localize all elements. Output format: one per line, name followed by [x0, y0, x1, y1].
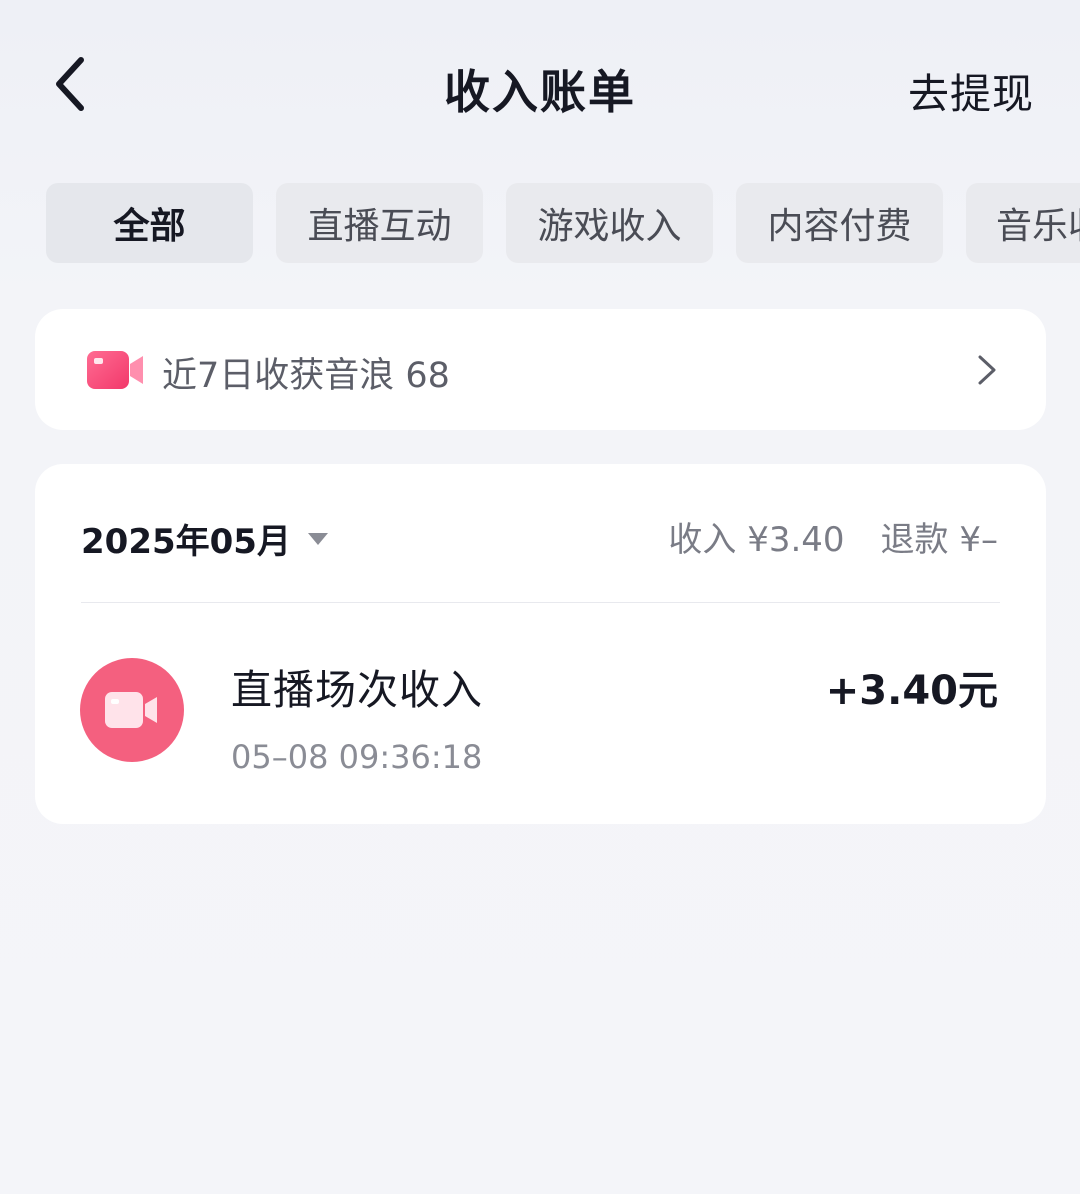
- month-selector[interactable]: 2025年05月: [81, 514, 329, 563]
- tab-label: 全部: [113, 206, 186, 247]
- bill-record[interactable]: 直播场次收入 05–08 09:36:18 +3.40元: [35, 624, 1046, 804]
- tab-label: 音乐收: [996, 206, 1080, 247]
- category-tabs: 全部 直播互动 游戏收入 内容付费 音乐收: [46, 183, 1080, 263]
- top-nav-bar: 收入账单 去提现: [0, 0, 1080, 170]
- chevron-right-icon: [978, 355, 996, 385]
- tab-content-payment[interactable]: 内容付费: [736, 183, 943, 263]
- tab-label: 直播互动: [307, 206, 452, 247]
- record-amount: +3.40元: [825, 668, 998, 714]
- tab-live-interaction[interactable]: 直播互动: [276, 183, 483, 263]
- weekly-summary-card[interactable]: 近7日收获音浪 68: [35, 309, 1046, 430]
- record-avatar: [80, 658, 184, 762]
- tab-label: 游戏收入: [537, 206, 682, 247]
- video-camera-icon: [87, 351, 143, 389]
- monthly-bill-card: 2025年05月 收入 ¥3.40 退款 ¥– 直播场次收入 05–08 09:…: [35, 464, 1046, 824]
- tab-game-income[interactable]: 游戏收入: [506, 183, 713, 263]
- tab-label: 内容付费: [767, 206, 912, 247]
- tab-music-income[interactable]: 音乐收: [966, 183, 1080, 263]
- withdraw-button[interactable]: 去提现: [908, 60, 1034, 120]
- divider: [81, 602, 1000, 603]
- caret-down-icon: [307, 532, 328, 545]
- tab-all[interactable]: 全部: [46, 183, 253, 263]
- record-title: 直播场次收入: [231, 666, 483, 714]
- record-time: 05–08 09:36:18: [231, 738, 483, 776]
- refund-total: 退款 ¥–: [880, 520, 998, 560]
- video-camera-icon: [105, 692, 157, 728]
- weekly-summary-text: 近7日收获音浪 68: [162, 356, 450, 396]
- income-bill-page: 收入账单 去提现 全部 直播互动 游戏收入 内容付费 音乐收 近7日收获音浪 6…: [0, 0, 1080, 1194]
- monthly-totals: 收入 ¥3.40 退款 ¥–: [668, 512, 998, 561]
- month-label: 2025年05月: [81, 522, 291, 562]
- income-total: 收入 ¥3.40: [668, 520, 845, 560]
